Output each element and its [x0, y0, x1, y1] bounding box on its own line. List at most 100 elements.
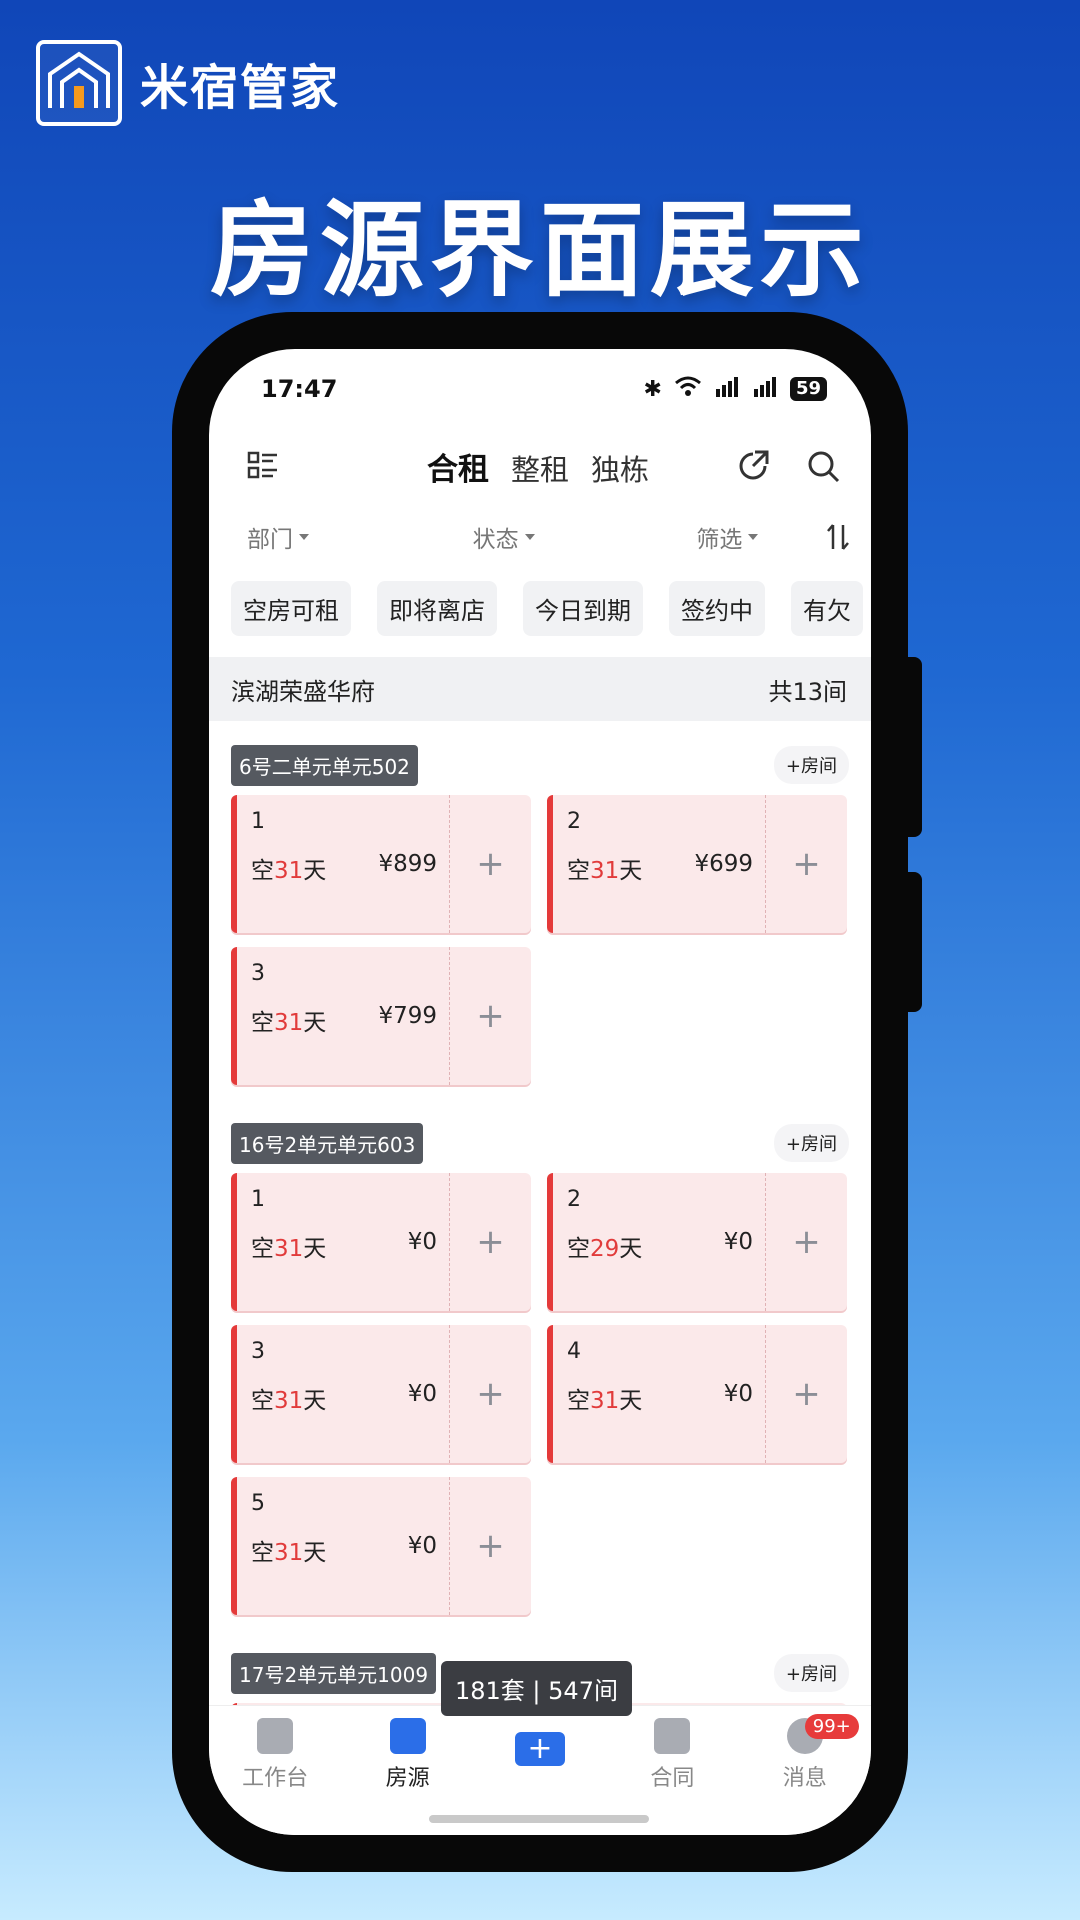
unread-badge: 99+: [804, 1714, 859, 1739]
room-card[interactable]: 2 空31天 ¥699 +: [547, 795, 847, 933]
room-grid: 1 空31天 ¥0 + 2 空29天 ¥0 + 3 空31天 ¥0 + 4 空3…: [209, 1173, 871, 1615]
workbench-icon: [257, 1718, 294, 1754]
room-card[interactable]: 1 空31天 ¥899 +: [231, 795, 531, 933]
room-card[interactable]: 3 空31天 ¥0 +: [231, 1325, 531, 1463]
add-room-button[interactable]: +房间: [773, 1654, 849, 1692]
brand-name: 米宿管家: [140, 60, 341, 116]
room-status: 空31天: [567, 1388, 643, 1414]
phone-button: [908, 657, 922, 837]
room-price: ¥0: [407, 1381, 437, 1407]
add-tenant-icon[interactable]: +: [765, 1173, 847, 1311]
room-number: 3: [251, 961, 265, 986]
add-tenant-icon[interactable]: +: [449, 795, 531, 933]
menu-icon[interactable]: [243, 446, 283, 486]
room-status: 空31天: [251, 858, 327, 884]
nav-listings[interactable]: 房源: [358, 1718, 458, 1792]
add-room-button[interactable]: +房间: [773, 746, 849, 784]
tab-standalone[interactable]: 独栋: [591, 447, 649, 489]
room-list: 6号二单元单元502 +房间 1 空31天 ¥899 + 2 空31天 ¥699…: [209, 735, 871, 1725]
bluetooth-icon: ✱: [643, 376, 662, 402]
phone-screen: 17:47 ✱ 59 合租 整租 独栋 部门 状态 筛选 空房可租 即将离店 今…: [209, 349, 871, 1835]
room-status: 空31天: [251, 1236, 327, 1262]
brand: 米宿管家: [36, 40, 340, 126]
unit-tag: 6号二单元单元502: [231, 744, 418, 786]
chip-arrears[interactable]: 有欠: [791, 580, 863, 636]
bottom-nav: 工作台 房源 + 合同 消息 99+: [209, 1705, 871, 1835]
share-icon[interactable]: [733, 446, 773, 486]
room-price: ¥0: [407, 1533, 437, 1559]
room-price: ¥699: [694, 851, 753, 877]
unit-header: 6号二单元单元502 +房间: [209, 735, 871, 795]
room-number: 1: [251, 809, 265, 834]
contract-icon: [654, 1718, 691, 1754]
filter-more[interactable]: 筛选: [696, 520, 825, 554]
chip-leaving-soon[interactable]: 即将离店: [377, 580, 497, 636]
quick-filter-chips: 空房可租 即将离店 今日到期 签约中 有欠: [209, 571, 871, 645]
add-tenant-icon[interactable]: +: [449, 1477, 531, 1615]
room-status: 空29天: [567, 1236, 643, 1262]
filter-department[interactable]: 部门: [247, 520, 473, 554]
filter-status[interactable]: 状态: [473, 520, 697, 554]
add-tenant-icon[interactable]: +: [765, 795, 847, 933]
room-status: 空31天: [251, 1388, 327, 1414]
brand-logo-icon: [36, 40, 122, 126]
add-tenant-icon[interactable]: +: [449, 947, 531, 1085]
caret-down-icon: [524, 534, 535, 540]
building-header: 滨湖荣盛华府 共13间: [209, 657, 871, 721]
clock: 17:47: [261, 375, 338, 403]
add-room-button[interactable]: +房间: [773, 1124, 849, 1162]
chip-signing[interactable]: 签约中: [669, 580, 765, 636]
summary-toast: 181套 | 547间: [441, 1661, 632, 1716]
room-number: 2: [567, 809, 581, 834]
room-card[interactable]: 4 空31天 ¥0 +: [547, 1325, 847, 1463]
room-card[interactable]: 2 空29天 ¥0 +: [547, 1173, 847, 1311]
room-card[interactable]: 3 空31天 ¥799 +: [231, 947, 531, 1085]
room-number: 3: [251, 1339, 265, 1364]
building-name: 滨湖荣盛华府: [231, 677, 375, 706]
tab-shared-rent[interactable]: 合租: [427, 444, 489, 489]
unit-tag: 17号2单元单元1009: [231, 1652, 437, 1694]
phone-frame: 17:47 ✱ 59 合租 整租 独栋 部门 状态 筛选 空房可租 即将离店 今…: [172, 312, 922, 1872]
plus-icon: +: [514, 1732, 565, 1766]
nav-contract[interactable]: 合同: [622, 1718, 722, 1792]
room-status: 空31天: [567, 858, 643, 884]
phone-button: [908, 872, 922, 1012]
chip-vacant[interactable]: 空房可租: [231, 580, 351, 636]
room-number: 5: [251, 1491, 265, 1516]
battery-icon: 59: [789, 377, 827, 401]
add-tenant-icon[interactable]: +: [449, 1325, 531, 1463]
room-number: 2: [567, 1187, 581, 1212]
room-grid: 1 空31天 ¥899 + 2 空31天 ¥699 + 3 空31天 ¥799 …: [209, 795, 871, 1085]
signal-icon: [752, 375, 778, 403]
headline: 房源界面展示: [209, 189, 870, 311]
room-price: ¥0: [407, 1229, 437, 1255]
room-price: ¥799: [378, 1003, 437, 1029]
caret-down-icon: [748, 534, 759, 540]
tab-whole-rent[interactable]: 整租: [511, 447, 569, 489]
nav-add[interactable]: +: [490, 1718, 590, 1766]
home-indicator: [429, 1815, 649, 1823]
caret-down-icon: [299, 534, 309, 540]
unit-tag: 16号2单元单元603: [231, 1122, 424, 1164]
status-bar: 17:47 ✱ 59: [209, 349, 871, 429]
room-card[interactable]: 1 空31天 ¥0 +: [231, 1173, 531, 1311]
room-card[interactable]: 5 空31天 ¥0 +: [231, 1477, 531, 1615]
nav-messages[interactable]: 消息 99+: [755, 1714, 859, 1792]
sort-icon[interactable]: [825, 523, 851, 551]
room-price: ¥0: [723, 1381, 753, 1407]
nav-workbench[interactable]: 工作台: [225, 1718, 325, 1792]
wifi-icon: [674, 375, 702, 403]
room-number: 4: [567, 1339, 581, 1364]
chip-due-today[interactable]: 今日到期: [523, 580, 643, 636]
top-nav: 合租 整租 独栋: [209, 429, 871, 503]
unit-header: 16号2单元单元603 +房间: [209, 1113, 871, 1173]
signal-icon: [714, 375, 740, 403]
add-tenant-icon[interactable]: +: [765, 1325, 847, 1463]
room-status: 空31天: [251, 1540, 327, 1566]
room-price: ¥0: [723, 1229, 753, 1255]
room-count: 共13间: [768, 677, 847, 706]
room-status: 空31天: [251, 1010, 327, 1036]
add-tenant-icon[interactable]: +: [449, 1173, 531, 1311]
listings-icon: [389, 1718, 426, 1754]
search-icon[interactable]: [803, 446, 843, 486]
